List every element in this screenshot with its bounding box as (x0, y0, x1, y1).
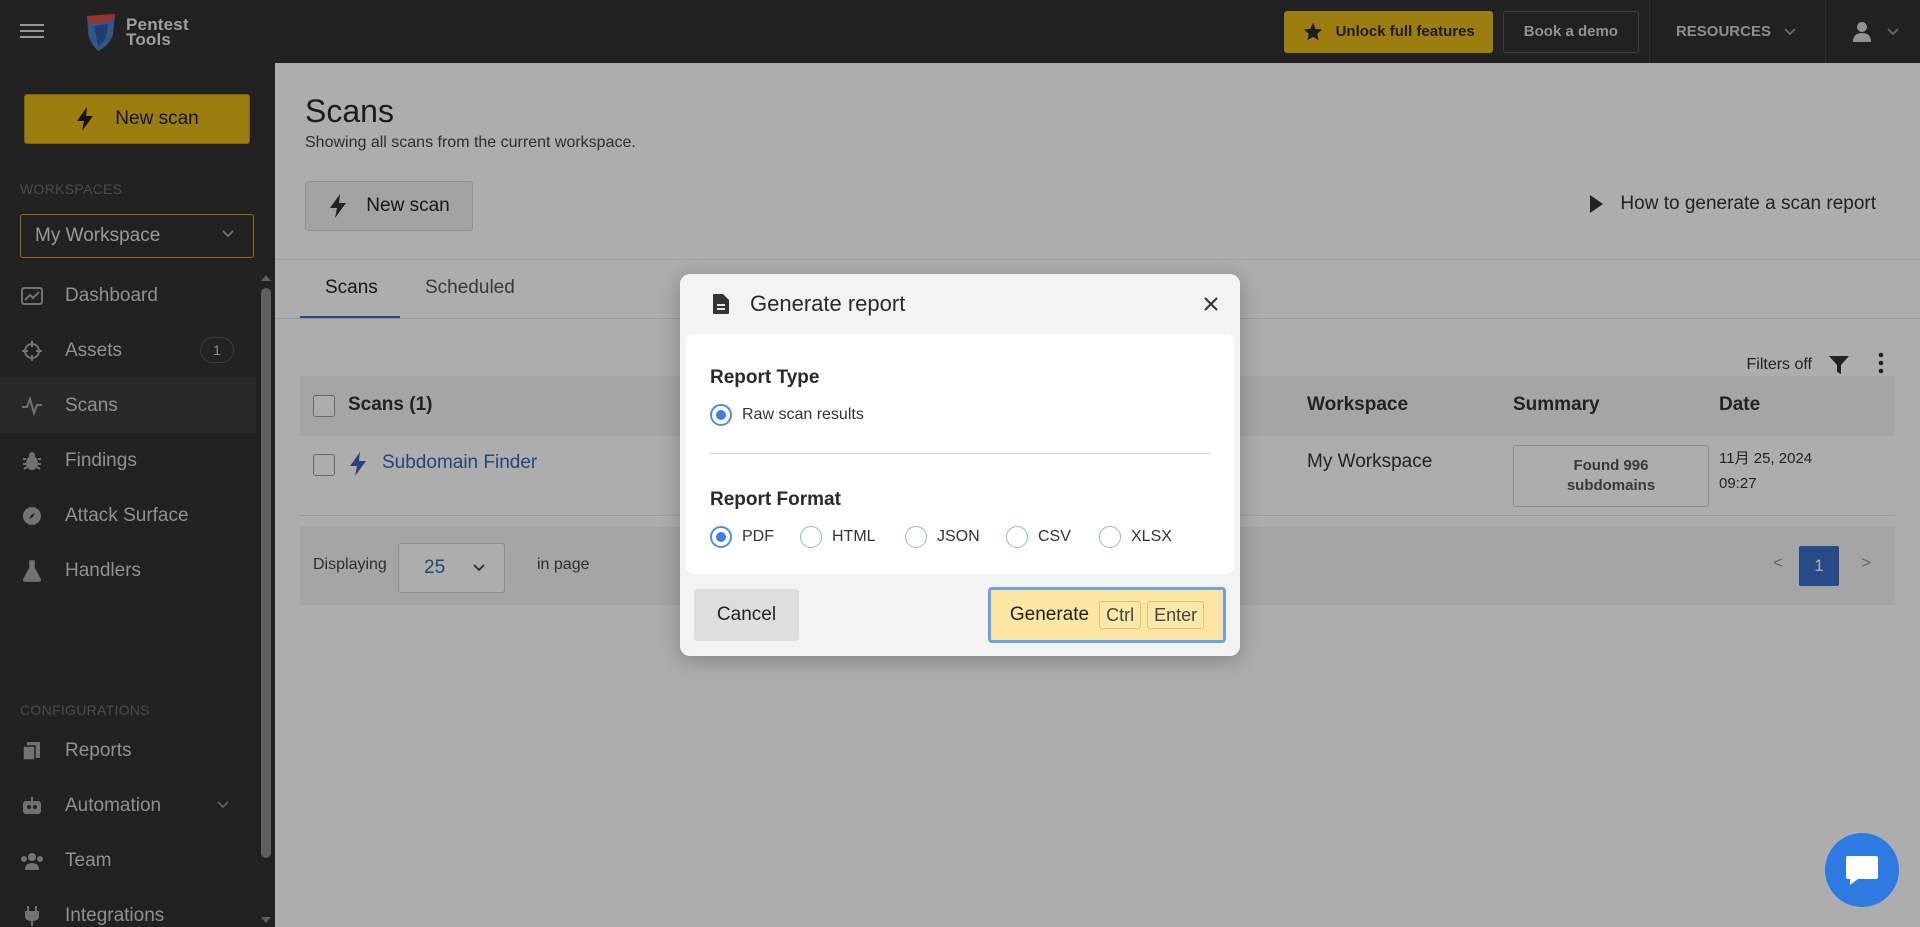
chat-bubble-icon (1846, 856, 1878, 885)
chat-support-button[interactable] (1825, 833, 1899, 907)
radio-html[interactable] (800, 526, 822, 548)
radio-label: CSV (1038, 528, 1071, 545)
report-type-label: Report Type (710, 367, 820, 388)
shortcut-ctrl: Ctrl (1099, 601, 1142, 629)
generate-button[interactable]: Generate Ctrl Enter (988, 587, 1226, 643)
radio-pdf[interactable] (710, 526, 732, 548)
dialog-header: Generate report (680, 274, 1240, 334)
dialog-body: Report Type Raw scan results Report Form… (686, 334, 1234, 574)
generate-label: Generate (1009, 604, 1090, 625)
radio-raw-scan-results[interactable] (710, 404, 732, 426)
close-icon[interactable] (1200, 293, 1222, 315)
document-icon (713, 294, 729, 314)
radio-label: JSON (937, 528, 980, 545)
radio-label: PDF (742, 528, 774, 545)
shortcut-enter: Enter (1147, 601, 1205, 629)
report-format-label: Report Format (710, 489, 841, 510)
cancel-button[interactable]: Cancel (694, 589, 799, 641)
radio-json[interactable] (905, 526, 927, 548)
radio-csv[interactable] (1006, 526, 1028, 548)
radio-label: Raw scan results (742, 406, 864, 423)
generate-report-dialog: Generate report Report Type Raw scan res… (680, 274, 1240, 656)
radio-label: XLSX (1131, 528, 1172, 545)
radio-label: HTML (832, 528, 876, 545)
dialog-title: Generate report (750, 291, 906, 316)
divider (710, 453, 1210, 454)
radio-xlsx[interactable] (1099, 526, 1121, 548)
